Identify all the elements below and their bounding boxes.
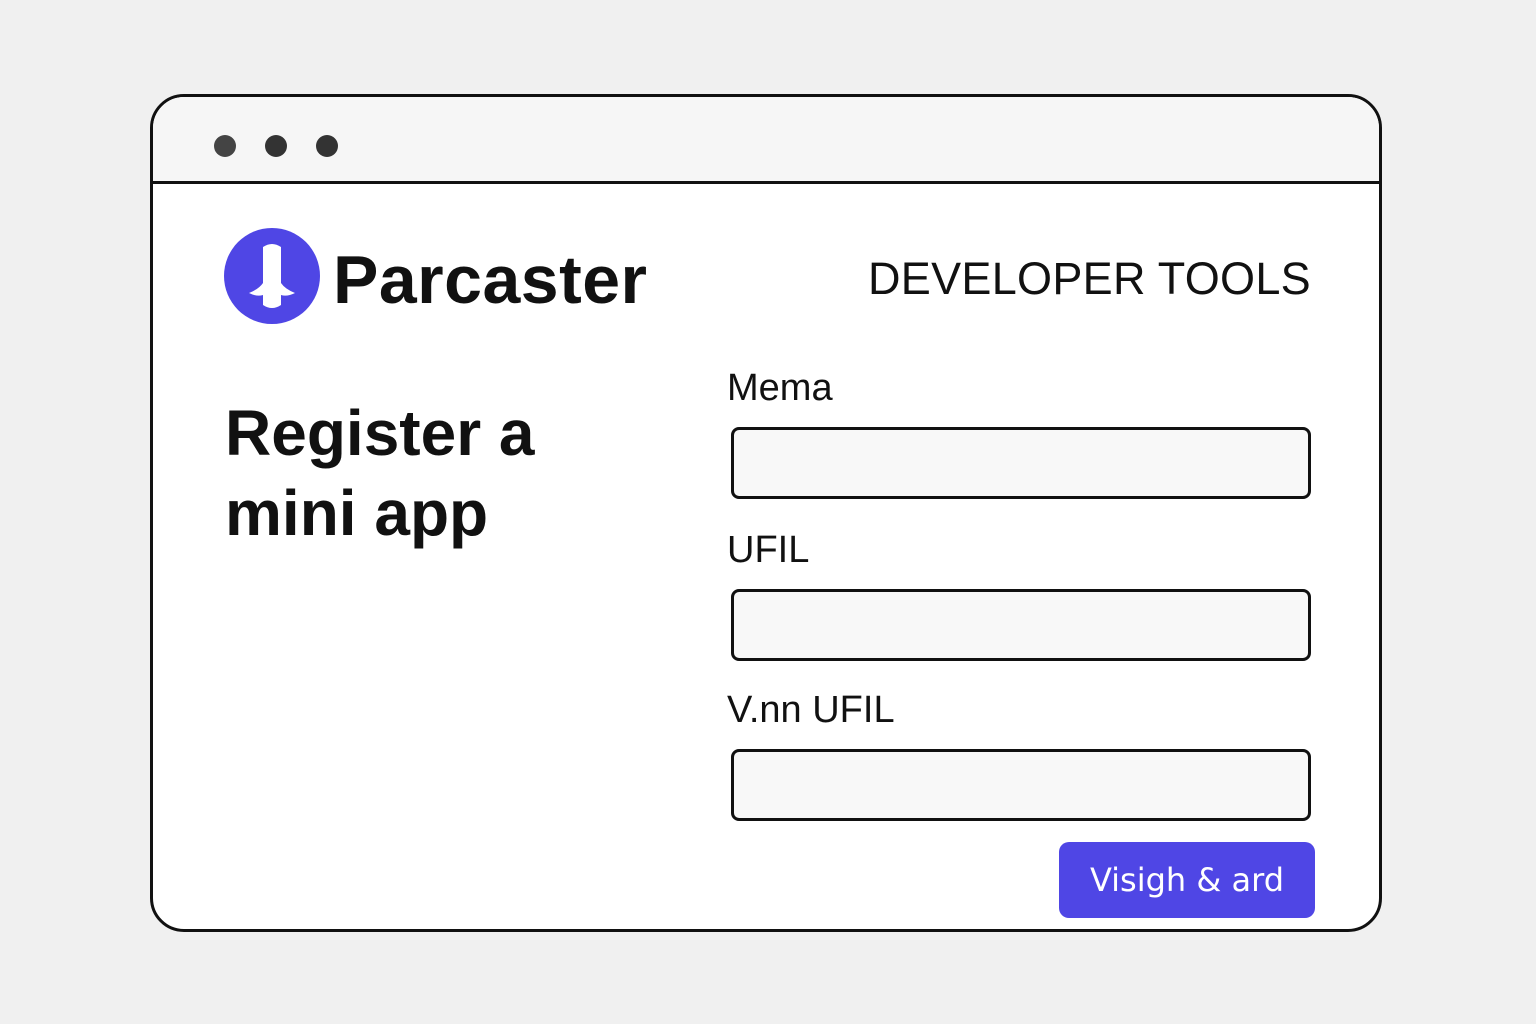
browser-window: Parcaster DEVELOPER TOOLS Register a min… xyxy=(150,94,1382,932)
submit-button[interactable]: Visigh & ard xyxy=(1059,842,1315,918)
section-title: DEVELOPER TOOLS xyxy=(867,253,1311,304)
brand-name: Parcaster xyxy=(333,242,648,318)
vnn-ufil-input[interactable] xyxy=(731,749,1311,821)
field-label-vnn-ufil: V.nn UFIL xyxy=(727,689,895,731)
field-label-mema: Mema xyxy=(727,367,833,409)
window-maximize-dot[interactable] xyxy=(316,135,338,157)
ufil-input[interactable] xyxy=(731,589,1311,661)
window-close-dot[interactable] xyxy=(214,135,236,157)
parcaster-logo-icon xyxy=(224,228,320,324)
page-title: Register a mini app xyxy=(225,397,535,549)
mema-input[interactable] xyxy=(731,427,1311,499)
window-minimize-dot[interactable] xyxy=(265,135,287,157)
window-titlebar xyxy=(153,97,1379,184)
field-label-ufil: UFIL xyxy=(727,529,810,571)
